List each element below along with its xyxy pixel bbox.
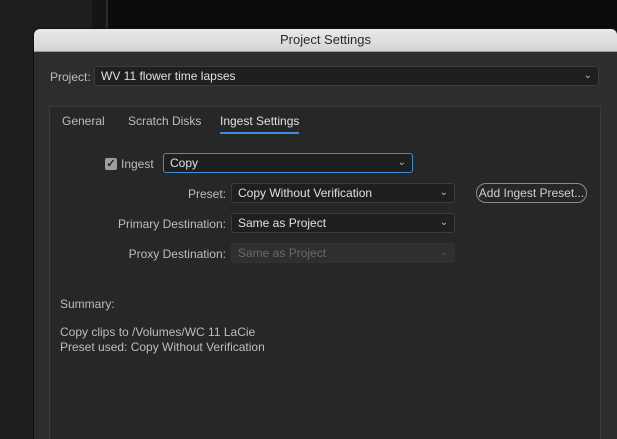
chevron-down-icon: ⌄ bbox=[439, 217, 448, 228]
ingest-mode-select[interactable]: Copy ⌄ bbox=[163, 153, 413, 173]
preset-value: Copy Without Verification bbox=[238, 186, 373, 200]
preset-label: Preset: bbox=[187, 187, 226, 201]
project-select[interactable]: WV 11 flower time lapses ⌄ bbox=[94, 66, 599, 86]
project-label: Project: bbox=[50, 70, 91, 84]
ingest-mode-value: Copy bbox=[170, 156, 199, 170]
summary-line-destination: Copy clips to /Volumes/WC 11 LaCie bbox=[60, 325, 256, 339]
ingest-checkbox[interactable]: ✓ bbox=[105, 158, 117, 170]
chevron-down-icon: ⌄ bbox=[439, 247, 448, 258]
project-settings-dialog: Project Settings Project: WV 11 flower t… bbox=[34, 29, 617, 439]
add-ingest-preset-button[interactable]: Add Ingest Preset... bbox=[476, 183, 587, 203]
summary-heading: Summary: bbox=[60, 297, 115, 311]
tab-general[interactable]: General bbox=[62, 114, 105, 128]
proxy-destination-value: Same as Project bbox=[238, 246, 327, 260]
dialog-title: Project Settings bbox=[34, 29, 617, 52]
primary-destination-label: Primary Destination: bbox=[117, 217, 226, 231]
preset-select[interactable]: Copy Without Verification ⌄ bbox=[231, 183, 455, 203]
ingest-checkbox-label: Ingest bbox=[121, 157, 154, 171]
project-select-value: WV 11 flower time lapses bbox=[101, 69, 236, 83]
primary-destination-value: Same as Project bbox=[238, 216, 327, 230]
chevron-down-icon: ⌄ bbox=[439, 187, 448, 198]
tab-ingest-settings[interactable]: Ingest Settings bbox=[220, 114, 300, 134]
tab-scratch-disks[interactable]: Scratch Disks bbox=[128, 114, 201, 128]
summary-line-preset: Preset used: Copy Without Verification bbox=[60, 340, 265, 354]
chevron-down-icon: ⌄ bbox=[397, 157, 406, 168]
primary-destination-select[interactable]: Same as Project ⌄ bbox=[231, 213, 455, 233]
proxy-destination-label: Proxy Destination: bbox=[128, 247, 226, 261]
chevron-down-icon: ⌄ bbox=[583, 70, 592, 81]
proxy-destination-select: Same as Project ⌄ bbox=[231, 243, 455, 263]
settings-panel: General Scratch Disks Ingest Settings ✓ … bbox=[49, 106, 601, 439]
